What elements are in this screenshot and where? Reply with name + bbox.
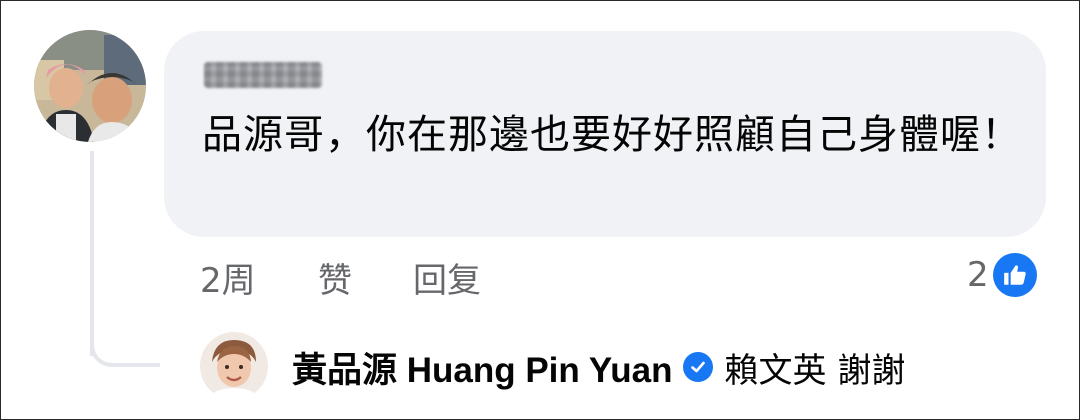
thumbs-up-icon [992,253,1037,297]
replier-name[interactable]: 黃品源 Huang Pin Yuan [292,342,673,393]
commenter-name-blurred[interactable] [204,62,322,88]
like-button[interactable]: 赞 [318,253,413,302]
thread-connector-line [90,151,94,356]
reaction-count: 2 [967,255,989,295]
reaction-summary[interactable]: 2 [967,249,1037,301]
comment-timestamp[interactable]: 2周 [200,253,318,302]
thread-connector-elbow [90,339,160,367]
commenter-avatar[interactable] [34,30,146,142]
reply-text: 賴文英 謝謝 [724,350,906,391]
screenshot-frame: 品源哥，你在那邊也要好好照顧自己身體喔！ 2周 赞 回复 2 黃品源 Huang… [0,0,1080,420]
replier-avatar[interactable] [200,332,268,400]
reply-row: 黃品源 Huang Pin Yuan 賴文英 謝謝 [292,341,905,393]
reply-button[interactable]: 回复 [413,253,481,302]
comment-text: 品源哥，你在那邊也要好好照顧自己身體喔！ [202,112,1022,158]
comment-actions: 2周 赞 回复 [200,253,481,301]
verified-check-icon [682,352,713,382]
comment-bubble: 品源哥，你在那邊也要好好照顧自己身體喔！ [164,31,1046,237]
